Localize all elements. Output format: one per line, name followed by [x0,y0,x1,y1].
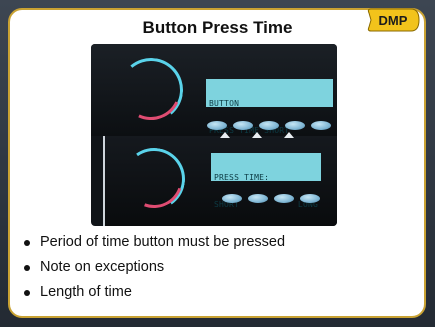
keypad-button[interactable] [300,194,320,203]
lcd-display-top: BUTTON PRESS TIME SHORT [206,79,333,135]
bullet-text: Note on exceptions [40,259,165,275]
bullet-icon [24,289,30,296]
bullet-text: Period of time button must be pressed [40,234,286,250]
bullet-icon [24,239,30,246]
keypad-button[interactable] [207,121,227,130]
up-arrow-icon [252,132,262,138]
lcd-line: BUTTON [209,99,240,108]
bullet-icon [24,264,30,271]
keypad-button[interactable] [274,194,294,203]
keypad-button[interactable] [259,121,279,130]
up-arrow-icon [284,132,294,138]
lcd-line: PRESS TIME: [214,173,270,182]
keypad-photo: BUTTON PRESS TIME SHORT PRESS TIME: SHOR… [91,44,337,226]
keypad-buttons-bottom [222,194,320,203]
bullet-list: Period of time button must be pressed No… [24,230,285,305]
keypad-button[interactable] [222,194,242,203]
keypad-buttons-top [207,121,331,130]
bullet-item: Length of time [24,280,285,305]
lcd-display-bottom: PRESS TIME: SHORT LONG [211,153,321,209]
keypad-button[interactable] [248,194,268,203]
keypad-button[interactable] [285,121,305,130]
bullet-text: Length of time [40,284,132,300]
keypad-button[interactable] [311,121,331,130]
arrow-indicators [220,132,294,138]
up-arrow-icon [220,132,230,138]
bullet-item: Note on exceptions [24,255,285,280]
keypad-button[interactable] [233,121,253,130]
bullet-item: Period of time button must be pressed [24,230,285,255]
slide-title: Button Press Time [142,18,293,37]
